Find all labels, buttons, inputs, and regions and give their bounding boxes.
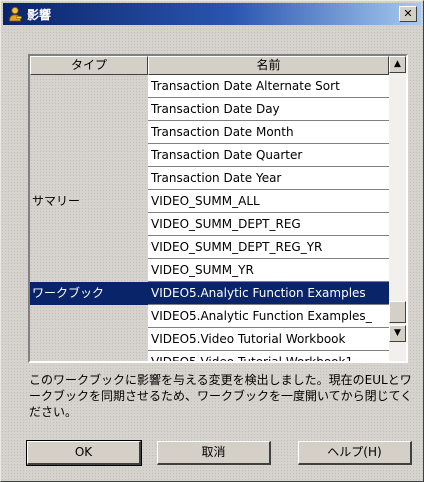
table-row[interactable]: Transaction Date Day xyxy=(148,98,389,121)
type-cell xyxy=(30,236,148,259)
table-row[interactable]: VIDEO_SUMM_ALL xyxy=(148,190,389,213)
user-key-icon xyxy=(9,6,22,22)
window-title: 影響 xyxy=(27,8,52,22)
table-row[interactable]: VIDEO_SUMM_DEPT_REG xyxy=(148,213,389,236)
table-row[interactable]: Transaction Date Year xyxy=(148,167,389,190)
title-bar[interactable]: 影響 ✕ xyxy=(3,3,421,25)
impact-message: このワークブックに影響を与える変更を検出しました。現在のEULとワークブックを同… xyxy=(29,373,413,419)
table-row-selected[interactable]: VIDEO5.Analytic Function Examples xyxy=(148,282,389,305)
type-cell xyxy=(30,305,148,328)
table-row[interactable]: VIDEO_SUMM_YR xyxy=(148,259,389,282)
type-cell xyxy=(30,144,148,167)
type-cell[interactable]: サマリー xyxy=(30,190,148,213)
type-cell xyxy=(30,351,148,361)
help-button[interactable]: ヘルプ(H) xyxy=(298,441,412,465)
type-cell xyxy=(30,213,148,236)
column-header-type[interactable]: タイプ xyxy=(30,56,148,75)
scroll-up-arrow-icon: ▲ xyxy=(394,59,401,69)
table-row[interactable]: VIDEO5.Video Tutorial Workbook xyxy=(148,328,389,351)
scroll-down-arrow-icon: ▼ xyxy=(394,328,401,338)
type-column: サマリー ワークブック xyxy=(30,75,148,361)
column-header-name[interactable]: 名前 xyxy=(148,56,389,75)
type-cell xyxy=(30,75,148,98)
table-row[interactable]: VIDEO5.Video Tutorial Workbook1 xyxy=(148,351,389,361)
close-button[interactable]: ✕ xyxy=(399,6,417,22)
impact-table: タイプ 名前 サマリー ワークブック Transaction Date Alte… xyxy=(28,54,408,363)
table-row[interactable]: Transaction Date Quarter xyxy=(148,144,389,167)
table-row[interactable]: Transaction Date Alternate Sort xyxy=(148,75,389,98)
type-cell xyxy=(30,98,148,121)
vertical-scrollbar[interactable]: ▲ ▼ xyxy=(389,56,406,361)
type-cell-selected[interactable]: ワークブック xyxy=(30,282,148,305)
ok-button[interactable]: OK xyxy=(26,440,142,466)
cancel-button[interactable]: 取消 xyxy=(157,441,271,465)
scroll-thumb[interactable] xyxy=(389,301,406,323)
scroll-down-button[interactable]: ▼ xyxy=(389,325,406,342)
type-cell xyxy=(30,167,148,190)
type-cell xyxy=(30,121,148,144)
table-row[interactable]: VIDEO_SUMM_DEPT_REG_YR xyxy=(148,236,389,259)
type-cell xyxy=(30,328,148,351)
type-cell xyxy=(30,259,148,282)
name-column: Transaction Date Alternate Sort Transact… xyxy=(148,75,389,361)
impact-dialog: 影響 ✕ タイプ 名前 サマリー ワークブック Transaction Date… xyxy=(0,0,424,482)
table-row[interactable]: VIDEO5.Analytic Function Examples_ xyxy=(148,305,389,328)
table-row[interactable]: Transaction Date Month xyxy=(148,121,389,144)
scroll-up-button[interactable]: ▲ xyxy=(389,56,406,73)
